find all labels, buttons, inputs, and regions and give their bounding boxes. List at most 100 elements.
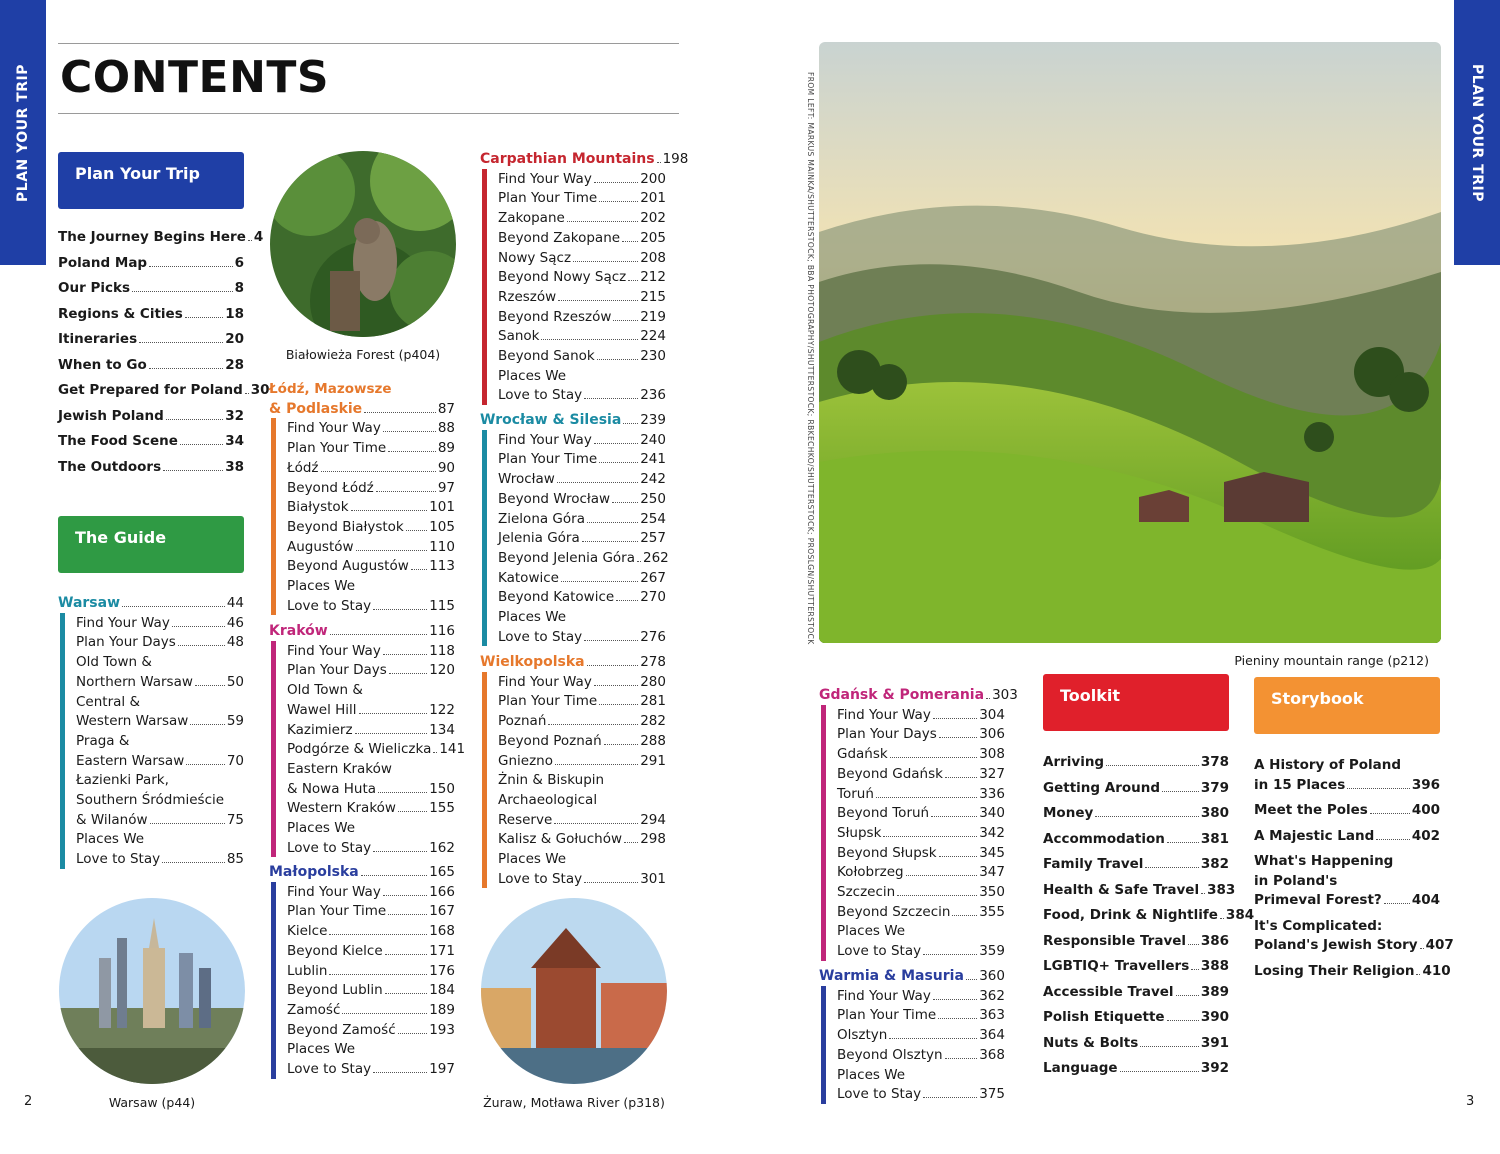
toolkit-item-8[interactable]: LGBTIQ+ Travellers 388 [1043, 958, 1229, 974]
plan-item-9[interactable]: The Outdoors 38 [58, 459, 244, 475]
malopolska-heading[interactable]: Małopolska 165 [269, 864, 455, 880]
storybook-item-2[interactable]: A Majestic Land 402 [1254, 828, 1440, 844]
warsaw-item-6[interactable]: Love to Stay 85 [76, 851, 244, 867]
warmia-item-4[interactable]: Love to Stay 375 [837, 1086, 1005, 1102]
plan-item-4[interactable]: Itineraries 20 [58, 331, 244, 347]
storybook-item-5[interactable]: Losing Their Religion 410 [1254, 963, 1451, 979]
lodz-item-3[interactable]: Beyond Łódź 97 [287, 480, 455, 496]
plan-your-trip-box[interactable]: Plan Your Trip [58, 152, 244, 209]
malopolska-item-3[interactable]: Beyond Kielce 171 [287, 943, 455, 959]
gdansk-item-3[interactable]: Beyond Gdańsk 327 [837, 766, 1005, 782]
wroclaw-item-0[interactable]: Find Your Way 240 [498, 432, 666, 448]
toolkit-item-5[interactable]: Health & Safe Travel 383 [1043, 882, 1235, 898]
toolkit-item-0[interactable]: Arriving 378 [1043, 754, 1229, 770]
malopolska-item-4[interactable]: Lublin 176 [287, 963, 455, 979]
malopolska-item-1[interactable]: Plan Your Time 167 [287, 903, 455, 919]
carpathian-item-3[interactable]: Beyond Zakopane 205 [498, 230, 666, 246]
warmia-item-2[interactable]: Olsztyn 364 [837, 1027, 1005, 1043]
wroclaw-item-2[interactable]: Wrocław 242 [498, 471, 666, 487]
carpathian-item-2[interactable]: Zakopane 202 [498, 210, 666, 226]
plan-item-1[interactable]: Poland Map 6 [58, 255, 244, 271]
plan-item-7[interactable]: Jewish Poland 32 [58, 408, 244, 424]
malopolska-item-7[interactable]: Beyond Zamość 193 [287, 1022, 455, 1038]
krakow-item-5[interactable]: & Nowa Huta 150 [287, 781, 455, 797]
carpathian-item-0[interactable]: Find Your Way 200 [498, 171, 666, 187]
wielkopolska-item-5[interactable]: Reserve 294 [498, 812, 666, 828]
plan-item-3[interactable]: Regions & Cities 18 [58, 306, 244, 322]
toolkit-item-11[interactable]: Nuts & Bolts 391 [1043, 1035, 1229, 1051]
warmia-item-1[interactable]: Plan Your Time 363 [837, 1007, 1005, 1023]
wroclaw-item-5[interactable]: Jelenia Góra 257 [498, 530, 666, 546]
carpathian-item-10[interactable]: Love to Stay 236 [498, 387, 666, 403]
krakow-item-1[interactable]: Plan Your Days 120 [287, 662, 455, 678]
lodz-item-1[interactable]: Plan Your Time 89 [287, 440, 455, 456]
wielkopolska-item-0[interactable]: Find Your Way 280 [498, 674, 666, 690]
wielkopolska-item-7[interactable]: Love to Stay 301 [498, 871, 666, 887]
krakow-item-2[interactable]: Wawel Hill 122 [287, 702, 455, 718]
malopolska-item-8[interactable]: Love to Stay 197 [287, 1061, 455, 1077]
gdansk-item-5[interactable]: Beyond Toruń 340 [837, 805, 1005, 821]
krakow-item-7[interactable]: Love to Stay 162 [287, 840, 455, 856]
krakow-item-3[interactable]: Kazimierz 134 [287, 722, 455, 738]
wielkopolska-item-3[interactable]: Beyond Poznań 288 [498, 733, 666, 749]
krakow-item-0[interactable]: Find Your Way 118 [287, 643, 455, 659]
toolkit-item-3[interactable]: Accommodation 381 [1043, 831, 1229, 847]
storybook-item-4[interactable]: Poland's Jewish Story 407 [1254, 937, 1454, 953]
malopolska-item-5[interactable]: Beyond Lublin 184 [287, 982, 455, 998]
lodz-item-5[interactable]: Beyond Białystok 105 [287, 519, 455, 535]
carpathian-heading[interactable]: Carpathian Mountains 198 [480, 151, 688, 167]
gdansk-item-4[interactable]: Toruń 336 [837, 786, 1005, 802]
storybook-item-3[interactable]: Primeval Forest? 404 [1254, 892, 1440, 908]
toolkit-item-10[interactable]: Polish Etiquette 390 [1043, 1009, 1229, 1025]
carpathian-item-7[interactable]: Beyond Rzeszów 219 [498, 309, 666, 325]
wielkopolska-item-1[interactable]: Plan Your Time 281 [498, 693, 666, 709]
warsaw-item-5[interactable]: & Wilanów 75 [76, 812, 244, 828]
gdansk-item-2[interactable]: Gdańsk 308 [837, 746, 1005, 762]
krakow-heading[interactable]: Kraków 116 [269, 623, 455, 639]
gdansk-item-9[interactable]: Szczecin 350 [837, 884, 1005, 900]
wroclaw-item-3[interactable]: Beyond Wrocław 250 [498, 491, 666, 507]
malopolska-item-6[interactable]: Zamość 189 [287, 1002, 455, 1018]
wielkopolska-item-4[interactable]: Gniezno 291 [498, 753, 666, 769]
krakow-item-4[interactable]: Podgórze & Wieliczka 141 [287, 741, 465, 757]
storybook-box[interactable]: Storybook [1254, 677, 1440, 734]
warmia-item-3[interactable]: Beyond Olsztyn 368 [837, 1047, 1005, 1063]
warsaw-heading[interactable]: Warsaw 44 [58, 595, 244, 611]
gdansk-item-10[interactable]: Beyond Szczecin 355 [837, 904, 1005, 920]
storybook-item-0[interactable]: in 15 Places 396 [1254, 777, 1440, 793]
toolkit-item-9[interactable]: Accessible Travel 389 [1043, 984, 1229, 1000]
lodz-item-2[interactable]: Łódź 90 [287, 460, 455, 476]
wroclaw-item-8[interactable]: Beyond Katowice 270 [498, 589, 666, 605]
wroclaw-item-9[interactable]: Love to Stay 276 [498, 629, 666, 645]
warsaw-item-3[interactable]: Western Warsaw 59 [76, 713, 244, 729]
lodz-item-7[interactable]: Beyond Augustów 113 [287, 558, 455, 574]
carpathian-item-9[interactable]: Beyond Sanok 230 [498, 348, 666, 364]
carpathian-item-5[interactable]: Beyond Nowy Sącz 212 [498, 269, 666, 285]
plan-item-6[interactable]: Get Prepared for Poland 30 [58, 382, 270, 398]
wroclaw-item-4[interactable]: Zielona Góra 254 [498, 511, 666, 527]
carpathian-item-4[interactable]: Nowy Sącz 208 [498, 250, 666, 266]
storybook-item-1[interactable]: Meet the Poles 400 [1254, 802, 1440, 818]
plan-item-0[interactable]: The Journey Begins Here 4 [58, 229, 263, 245]
malopolska-item-2[interactable]: Kielce 168 [287, 923, 455, 939]
wroclaw-heading[interactable]: Wrocław & Silesia 239 [480, 412, 666, 428]
plan-item-8[interactable]: The Food Scene 34 [58, 433, 244, 449]
warmia-item-0[interactable]: Find Your Way 362 [837, 988, 1005, 1004]
the-guide-box[interactable]: The Guide [58, 516, 244, 573]
malopolska-item-0[interactable]: Find Your Way 166 [287, 884, 455, 900]
wroclaw-item-7[interactable]: Katowice 267 [498, 570, 666, 586]
lodz-item-4[interactable]: Białystok 101 [287, 499, 455, 515]
toolkit-item-12[interactable]: Language 392 [1043, 1060, 1229, 1076]
warsaw-item-2[interactable]: Northern Warsaw 50 [76, 674, 244, 690]
toolkit-item-6[interactable]: Food, Drink & Nightlife 384 [1043, 907, 1254, 923]
carpathian-item-6[interactable]: Rzeszów 215 [498, 289, 666, 305]
gdansk-item-0[interactable]: Find Your Way 304 [837, 707, 1005, 723]
lodz-heading[interactable]: & Podlaskie 87 [269, 401, 455, 417]
gdansk-item-11[interactable]: Love to Stay 359 [837, 943, 1005, 959]
carpathian-item-1[interactable]: Plan Your Time 201 [498, 190, 666, 206]
plan-item-5[interactable]: When to Go 28 [58, 357, 244, 373]
lodz-item-0[interactable]: Find Your Way 88 [287, 420, 455, 436]
lodz-item-6[interactable]: Augustów 110 [287, 539, 455, 555]
toolkit-item-2[interactable]: Money 380 [1043, 805, 1229, 821]
toolkit-item-1[interactable]: Getting Around 379 [1043, 780, 1229, 796]
